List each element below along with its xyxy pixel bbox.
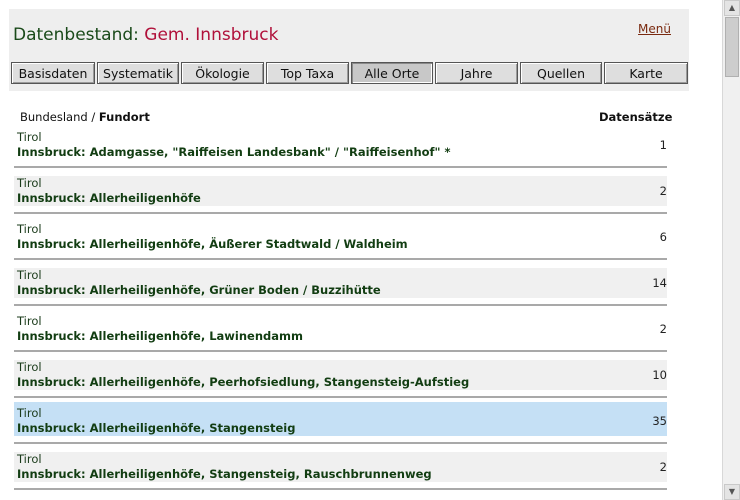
column-header-separator: / <box>91 110 96 124</box>
row-state: Tirol <box>17 268 42 282</box>
row-state: Tirol <box>17 406 42 420</box>
row-place: Innsbruck: Adamgasse, "Raiffeisen Landes… <box>17 145 451 159</box>
row-divider <box>14 396 667 398</box>
page-frame: Datenbestand: Gem. Innsbruck Menü Basisd… <box>0 0 722 500</box>
row-count: 14 <box>652 276 667 290</box>
column-header-state: Bundesland <box>20 110 88 124</box>
row-state: Tirol <box>17 314 42 328</box>
row-divider <box>14 442 667 444</box>
tab-jahre[interactable]: Jahre <box>435 62 518 84</box>
row-state: Tirol <box>17 176 42 190</box>
row-divider <box>14 350 667 352</box>
tab-karte[interactable]: Karte <box>604 62 688 84</box>
row-place: Innsbruck: Allerheiligenhöfe, Stangenste… <box>17 421 296 435</box>
scrollbar-thumb[interactable] <box>725 17 739 77</box>
tab-quellen[interactable]: Quellen <box>520 62 602 84</box>
row-count: 2 <box>659 184 667 198</box>
row-place: Innsbruck: Allerheiligenhöfe, Peerhofsie… <box>17 375 470 389</box>
column-header-fundort: Fundort <box>98 110 150 124</box>
location-list: Tirol Innsbruck: Adamgasse, "Raiffeisen … <box>14 126 667 494</box>
tab-top-taxa[interactable]: Top Taxa <box>266 62 349 84</box>
location-row[interactable]: Tirol Innsbruck: Adamgasse, "Raiffeisen … <box>14 126 667 172</box>
row-divider <box>14 258 667 260</box>
row-count: 2 <box>659 322 667 336</box>
row-divider <box>14 166 667 168</box>
row-place: Innsbruck: Allerheiligenhöfe, Äußerer St… <box>17 237 408 251</box>
column-header-count: Datensätze <box>599 110 673 124</box>
location-row[interactable]: Tirol Innsbruck: Allerheiligenhöfe, Stan… <box>14 448 667 494</box>
row-count: 35 <box>652 414 667 428</box>
location-row-selected[interactable]: Tirol Innsbruck: Allerheiligenhöfe, Stan… <box>14 402 667 448</box>
title-place: Gem. Innsbruck <box>144 25 279 45</box>
row-divider <box>14 488 667 490</box>
row-place: Innsbruck: Allerheiligenhöfe, Stangenste… <box>17 467 432 481</box>
row-count: 10 <box>652 368 667 382</box>
row-state: Tirol <box>17 222 42 236</box>
page-title: Datenbestand: Gem. Innsbruck <box>13 25 278 45</box>
menu-link[interactable]: Menü <box>638 22 671 36</box>
location-row[interactable]: Tirol Innsbruck: Allerheiligenhöfe, Äuße… <box>14 218 667 264</box>
row-count: 2 <box>659 460 667 474</box>
chevron-down-icon[interactable]: ▼ <box>724 484 740 500</box>
location-row[interactable]: Tirol Innsbruck: Allerheiligenhöfe, Peer… <box>14 356 667 402</box>
tab-oekologie[interactable]: Ökologie <box>181 62 264 84</box>
tab-systematik[interactable]: Systematik <box>97 62 179 84</box>
location-row[interactable]: Tirol Innsbruck: Allerheiligenhöfe, Lawi… <box>14 310 667 356</box>
tab-alle-orte[interactable]: Alle Orte <box>351 62 433 84</box>
row-state: Tirol <box>17 130 42 144</box>
row-divider <box>14 212 667 214</box>
row-divider <box>14 304 667 306</box>
title-label: Datenbestand: <box>13 25 139 45</box>
tab-basisdaten[interactable]: Basisdaten <box>11 62 95 84</box>
row-state: Tirol <box>17 452 42 466</box>
row-count: 1 <box>659 138 667 152</box>
column-header-location: Bundesland / Fundort <box>20 110 150 124</box>
location-row[interactable]: Tirol Innsbruck: Allerheiligenhöfe 2 <box>14 172 667 218</box>
row-count: 6 <box>659 230 667 244</box>
location-row[interactable]: Tirol Innsbruck: Allerheiligenhöfe, Grün… <box>14 264 667 310</box>
chevron-up-icon[interactable]: ▲ <box>724 0 740 16</box>
row-place: Innsbruck: Allerheiligenhöfe, Grüner Bod… <box>17 283 381 297</box>
header-bar: Datenbestand: Gem. Innsbruck Menü Basisd… <box>9 9 689 91</box>
row-place: Innsbruck: Allerheiligenhöfe <box>17 191 201 205</box>
vertical-scrollbar[interactable]: ▲ ▼ <box>722 0 740 500</box>
row-state: Tirol <box>17 360 42 374</box>
row-place: Innsbruck: Allerheiligenhöfe, Lawinendam… <box>17 329 303 343</box>
